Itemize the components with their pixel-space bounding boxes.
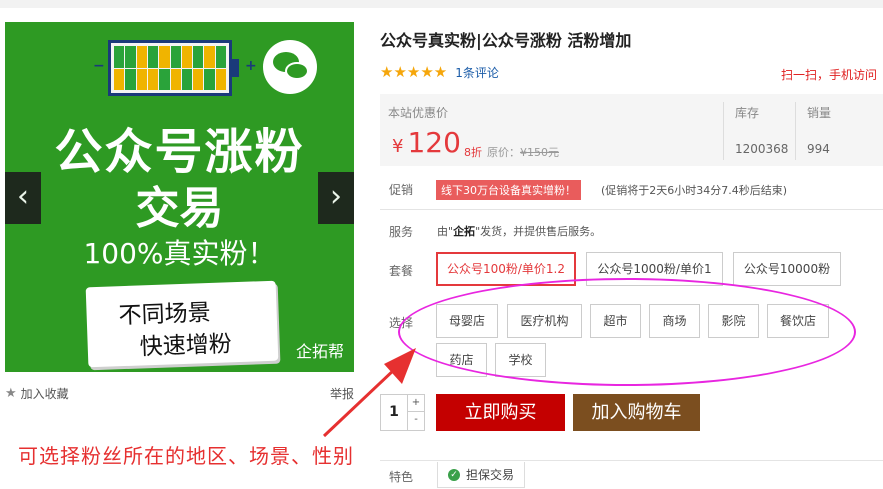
promotion-countdown: (促销将于2天6小时34分7.4秒后结束) bbox=[601, 184, 788, 197]
scan-to-mobile-link[interactable]: 扫一扫，手机访问 bbox=[781, 66, 877, 83]
person-icon bbox=[159, 68, 170, 90]
price-label: 本站优惠价 bbox=[388, 106, 449, 120]
people-icons bbox=[114, 46, 226, 90]
divider bbox=[795, 102, 796, 160]
person-icon bbox=[193, 46, 204, 68]
person-icon bbox=[136, 68, 147, 90]
person-icon bbox=[170, 46, 181, 68]
promotion-tag: 线下30万台设备真实增粉！ bbox=[436, 180, 581, 200]
battery-illustration bbox=[108, 40, 239, 96]
hero-line2: 交易 bbox=[135, 183, 224, 234]
person-icon bbox=[147, 68, 159, 90]
person-icon bbox=[181, 46, 193, 68]
features-label: 特色 bbox=[389, 470, 414, 484]
guarantee-label: 担保交易 bbox=[466, 467, 515, 482]
person-icon bbox=[204, 68, 215, 90]
original-price: 原价：¥150元 bbox=[487, 144, 559, 160]
scroll-banner: 不同场景 快速增粉 bbox=[85, 280, 279, 368]
annotation-arrow-icon bbox=[322, 348, 416, 438]
discount-badge: 8折 bbox=[464, 146, 482, 159]
package-label: 套餐 bbox=[389, 264, 414, 278]
review-link[interactable]: 1条评论 bbox=[455, 64, 499, 81]
person-icon bbox=[147, 46, 159, 68]
rating-stars-icon: ★★★★★ bbox=[380, 63, 448, 81]
battery-plus-icon: + bbox=[245, 58, 257, 74]
service-suffix: "发货，并提供售后服务。 bbox=[475, 225, 602, 238]
check-icon: ✓ bbox=[448, 468, 460, 481]
original-price-value: ¥150元 bbox=[520, 146, 559, 159]
price-value: 120 bbox=[407, 126, 461, 159]
product-title: 公众号真实粉|公众号涨粉 活粉增加 bbox=[380, 31, 632, 50]
currency-symbol: ¥ bbox=[392, 136, 404, 157]
service-prefix: 由" bbox=[437, 225, 454, 238]
star-icon: ★ bbox=[5, 386, 17, 401]
prev-image-button[interactable]: ‹ bbox=[5, 172, 41, 224]
scroll-line2: 快速增粉 bbox=[139, 331, 233, 361]
divider bbox=[380, 460, 883, 461]
battery-cap bbox=[231, 59, 239, 77]
person-icon bbox=[136, 46, 147, 68]
current-price: ¥120 bbox=[392, 126, 461, 159]
add-favorite-label: 加入收藏 bbox=[20, 387, 69, 401]
person-icon bbox=[159, 46, 170, 68]
original-price-label: 原价： bbox=[487, 146, 520, 159]
price-box: 本站优惠价 ¥120 8折 原价：¥150元 库存 1200368 销量 994 bbox=[380, 94, 883, 166]
seller-name: 企拓 bbox=[453, 225, 476, 238]
top-strip bbox=[0, 0, 883, 8]
chevron-right-icon: › bbox=[330, 179, 342, 214]
sales-label: 销量 bbox=[807, 106, 832, 120]
person-icon bbox=[125, 46, 136, 68]
next-image-button[interactable]: › bbox=[318, 172, 354, 224]
product-image: − + 公众号涨粉 交易 100%真实粉！ 不同场景 快速增粉 企拓帮 ‹ › bbox=[5, 22, 354, 372]
person-icon bbox=[193, 68, 204, 90]
chevron-left-icon: ‹ bbox=[17, 179, 29, 214]
rating: ★★★★★ 1条评论 bbox=[380, 63, 499, 81]
wechat-icon bbox=[263, 40, 317, 94]
person-icon bbox=[215, 68, 226, 90]
guarantee-badge: ✓ 担保交易 bbox=[437, 462, 526, 488]
package-option-10000[interactable]: 公众号10000粉 bbox=[733, 252, 841, 286]
person-icon bbox=[114, 46, 125, 68]
service-text: 由"企拓"发货，并提供售后服务。 bbox=[437, 223, 601, 239]
hero-line3: 100%真实粉！ bbox=[83, 237, 276, 270]
buy-now-button[interactable]: 立即购买 bbox=[436, 394, 565, 431]
person-icon bbox=[170, 68, 181, 90]
person-icon bbox=[181, 68, 193, 90]
stock-value: 1200368 bbox=[735, 142, 789, 156]
person-icon bbox=[215, 46, 226, 68]
person-icon bbox=[114, 68, 125, 90]
divider bbox=[380, 209, 883, 210]
sales-value: 994 bbox=[807, 142, 830, 156]
divider bbox=[723, 102, 724, 160]
highlight-ellipse bbox=[398, 278, 856, 386]
annotation-text: 可选择粉丝所在的地区、场景、性别 bbox=[18, 444, 354, 468]
add-favorite-link[interactable]: ★ 加入收藏 bbox=[5, 385, 69, 402]
promotion-label: 促销 bbox=[389, 183, 414, 197]
service-label: 服务 bbox=[389, 225, 414, 239]
person-icon bbox=[204, 46, 215, 68]
stock-label: 库存 bbox=[735, 106, 760, 120]
wechat-bubble-small bbox=[285, 62, 309, 80]
person-icon bbox=[125, 68, 136, 90]
battery-minus-icon: − bbox=[93, 58, 105, 74]
add-to-cart-button[interactable]: 加入购物车 bbox=[573, 394, 700, 431]
